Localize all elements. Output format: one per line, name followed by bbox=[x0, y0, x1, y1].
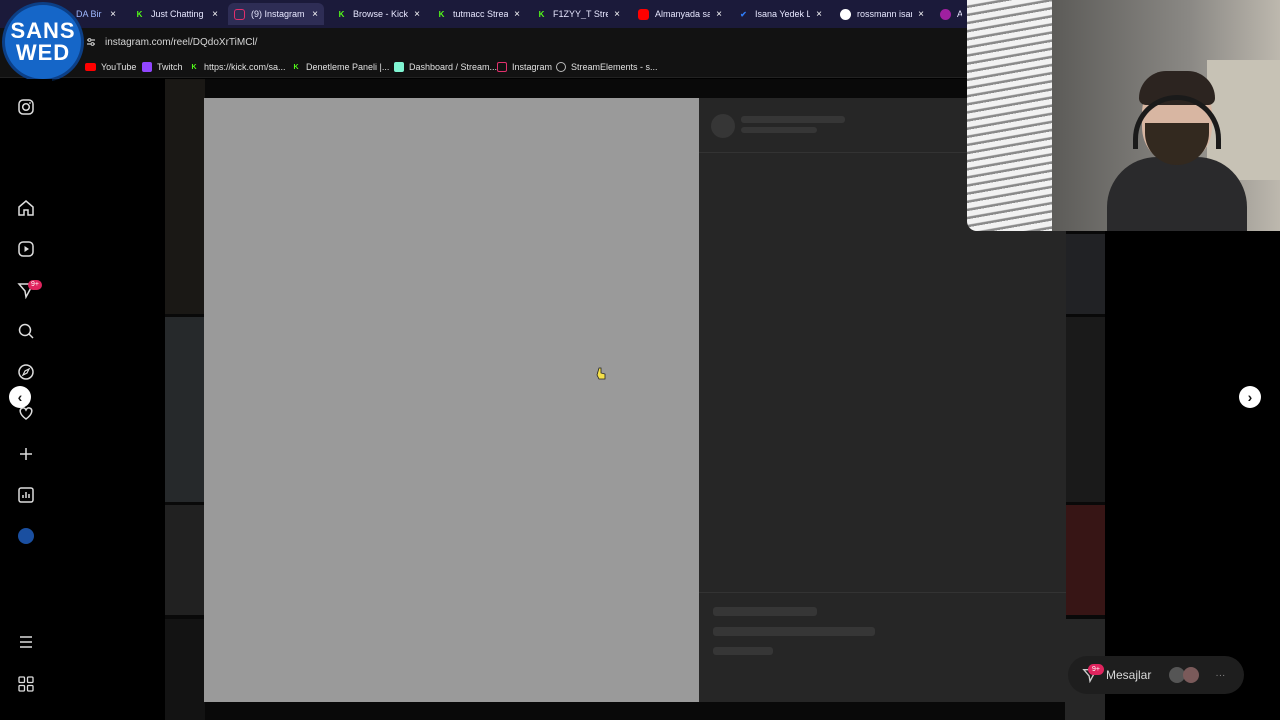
avatar-skeleton bbox=[711, 114, 735, 138]
dashboard-icon[interactable] bbox=[17, 486, 35, 504]
tab-title: (9) Instagram bbox=[251, 9, 305, 19]
caption-skeleton bbox=[713, 627, 875, 636]
bookmark-label: Dashboard / Stream... bbox=[409, 62, 498, 72]
bookmark-denetleme[interactable]: K Denetleme Paneli |... bbox=[291, 60, 389, 74]
bookmark-youtube[interactable]: YouTube bbox=[85, 60, 136, 74]
bookmark-instagram[interactable]: Instagram bbox=[497, 60, 552, 74]
tab-title: Ara bbox=[957, 9, 962, 19]
tab-title: Just Chatting S bbox=[151, 9, 207, 19]
browser-tab[interactable]: K Just Chatting S × bbox=[128, 3, 224, 25]
bookmark-label: Twitch bbox=[157, 62, 183, 72]
close-icon[interactable]: × bbox=[110, 9, 116, 20]
google-icon bbox=[840, 8, 851, 20]
youtube-icon bbox=[638, 8, 649, 20]
window-blinds bbox=[967, 0, 1052, 231]
close-icon[interactable]: × bbox=[514, 9, 520, 20]
browser-tab[interactable]: ✔ Isana Yedek Lin × bbox=[732, 3, 828, 25]
apps-icon[interactable] bbox=[17, 675, 35, 693]
previous-reel-button[interactable]: ‹ bbox=[9, 386, 31, 408]
panel-divider bbox=[699, 592, 1066, 593]
subtitle-skeleton bbox=[741, 127, 817, 133]
instagram-icon bbox=[497, 62, 507, 72]
next-reel-button[interactable]: › bbox=[1239, 386, 1261, 408]
bookmark-label: StreamElements - s... bbox=[571, 62, 658, 72]
kick-icon: K bbox=[191, 63, 197, 71]
streamer bbox=[1107, 71, 1247, 231]
close-icon[interactable]: × bbox=[312, 9, 318, 20]
browser-tab[interactable]: Almanyada sa × bbox=[632, 3, 728, 25]
close-icon[interactable]: × bbox=[816, 9, 822, 20]
chevron-right-icon: › bbox=[1247, 389, 1253, 405]
tab-title: Browse - Kick S bbox=[353, 9, 409, 19]
bookmark-twitch[interactable]: Twitch bbox=[142, 60, 183, 74]
chevron-left-icon: ‹ bbox=[17, 389, 23, 405]
kick-icon: K bbox=[338, 9, 345, 19]
menu-icon[interactable] bbox=[17, 633, 35, 651]
browser-tab[interactable]: K tutmacc Stream × bbox=[430, 3, 526, 25]
profile-avatar[interactable] bbox=[18, 528, 34, 544]
twitch-icon bbox=[142, 62, 152, 72]
kick-icon: K bbox=[538, 9, 545, 19]
tab-title: Isana Yedek Lin bbox=[755, 9, 811, 19]
close-icon[interactable]: × bbox=[614, 9, 620, 20]
messages-button[interactable]: Mesajlar ··· bbox=[1068, 656, 1244, 694]
instagram-logo-icon[interactable] bbox=[17, 98, 35, 116]
bookmark-label: YouTube bbox=[101, 62, 137, 72]
date-skeleton bbox=[713, 647, 773, 655]
bookmark-kick[interactable]: K https://kick.com/sa... bbox=[189, 60, 286, 74]
close-icon[interactable]: × bbox=[716, 9, 722, 20]
tab-title: Almanyada sa bbox=[655, 9, 711, 19]
hoodie bbox=[1107, 157, 1247, 231]
logo-text-line2: WED bbox=[15, 40, 71, 65]
tab-title: tutmacc Stream bbox=[453, 9, 509, 19]
tab-icon bbox=[940, 8, 951, 20]
streamelements-icon bbox=[556, 62, 566, 72]
youtube-icon bbox=[85, 63, 96, 71]
url-text[interactable]: instagram.com/reel/DQdoXrTiMCl/ bbox=[105, 37, 257, 48]
avatar bbox=[1183, 667, 1200, 683]
close-icon[interactable]: × bbox=[212, 9, 218, 20]
kick-icon: K bbox=[293, 63, 299, 71]
notification-badge: 9+ bbox=[28, 280, 42, 290]
reel-media-placeholder[interactable] bbox=[204, 98, 699, 702]
browser-tab[interactable]: K F1ZYY_T Stream × bbox=[530, 3, 626, 25]
webcam-overlay bbox=[967, 0, 1280, 231]
close-icon[interactable]: × bbox=[414, 9, 420, 20]
kick-icon: K bbox=[438, 9, 445, 19]
tab-title: DA Bir bbox=[76, 9, 102, 19]
check-icon: ✔ bbox=[740, 9, 747, 19]
close-icon[interactable]: × bbox=[918, 9, 924, 20]
hand-cursor-icon bbox=[596, 367, 606, 380]
create-icon[interactable] bbox=[17, 445, 35, 463]
browser-tab[interactable]: Ara bbox=[934, 3, 968, 25]
home-icon[interactable] bbox=[17, 199, 35, 217]
more-icon: ··· bbox=[1215, 669, 1226, 681]
streamlabs-icon bbox=[394, 62, 404, 72]
reels-icon[interactable] bbox=[17, 240, 35, 258]
search-icon[interactable] bbox=[17, 322, 35, 340]
explore-icon[interactable] bbox=[17, 363, 35, 381]
site-settings-icon[interactable] bbox=[86, 37, 96, 47]
browser-tab-active[interactable]: (9) Instagram × bbox=[228, 3, 324, 25]
kick-icon: K bbox=[136, 9, 143, 19]
likes-skeleton bbox=[713, 607, 817, 616]
browser-tab[interactable]: rossmann isan × bbox=[834, 3, 930, 25]
screen: DA Bir × K Just Chatting S × (9) Instagr… bbox=[0, 0, 1280, 720]
messages-badge: 9+ bbox=[1088, 664, 1104, 675]
messages-label: Mesajlar bbox=[1106, 668, 1152, 682]
bookmark-label: Instagram bbox=[512, 62, 553, 72]
logo-text-line1: SANS bbox=[10, 18, 76, 43]
tab-title: rossmann isan bbox=[857, 9, 913, 19]
tab-title: F1ZYY_T Stream bbox=[553, 9, 609, 19]
bookmark-label: https://kick.com/sa... bbox=[204, 62, 286, 72]
bookmark-dashboard[interactable]: Dashboard / Stream... bbox=[394, 60, 497, 74]
username-skeleton bbox=[741, 116, 845, 123]
bookmark-label: Denetleme Paneli |... bbox=[306, 62, 390, 72]
stream-logo: SANS WED bbox=[2, 2, 84, 82]
bookmark-streamelements[interactable]: StreamElements - s... bbox=[556, 60, 658, 74]
browser-tab[interactable]: K Browse - Kick S × bbox=[330, 3, 426, 25]
instagram-icon bbox=[234, 8, 245, 20]
